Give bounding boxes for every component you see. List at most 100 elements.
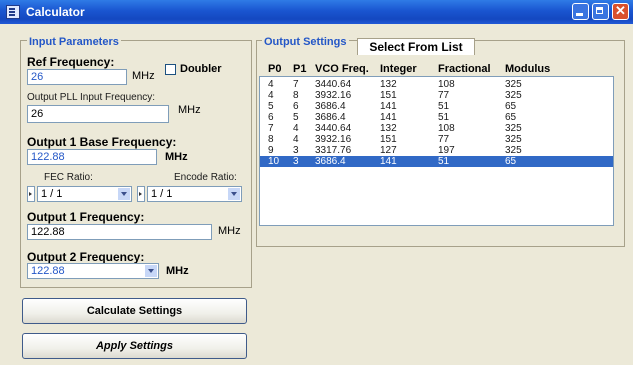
output1-base-frequency-unit: MHz: [165, 151, 188, 163]
column-header-modulus[interactable]: Modulus: [505, 63, 550, 75]
column-header-vco-freq[interactable]: VCO Freq.: [315, 63, 369, 75]
list-item-selected[interactable]: 10 3 3686.4 141 51 65: [260, 156, 613, 167]
title-bar[interactable]: Calculator ✕: [0, 0, 633, 24]
pll-input-frequency-unit: MHz: [178, 104, 201, 116]
encode-ratio-select[interactable]: 1 / 1: [147, 186, 242, 202]
dropdown-arrow-icon[interactable]: [228, 188, 240, 200]
fec-ratio-spin[interactable]: [27, 186, 35, 202]
cell-vco-freq: 3686.4: [315, 112, 346, 123]
cell-p1: 3: [293, 145, 299, 156]
cell-integer: 151: [380, 134, 397, 145]
pll-input-frequency-field: 26: [27, 105, 169, 123]
cell-p1: 5: [293, 112, 299, 123]
cell-fractional: 51: [438, 156, 450, 167]
cell-fractional: 108: [438, 123, 455, 134]
cell-fractional: 77: [438, 134, 450, 145]
cell-integer: 141: [380, 101, 397, 112]
ref-frequency-input[interactable]: 26: [27, 69, 127, 85]
output2-frequency-label: Output 2 Frequency:: [27, 250, 145, 264]
cell-modulus: 65: [505, 156, 517, 167]
close-icon[interactable]: ✕: [612, 3, 629, 20]
cell-p0: 4: [268, 79, 274, 90]
cell-modulus: 325: [505, 145, 522, 156]
column-header-fractional[interactable]: Fractional: [438, 63, 491, 75]
maximize-icon[interactable]: [592, 3, 609, 20]
ref-frequency-unit: MHz: [132, 70, 155, 82]
cell-vco-freq: 3932.16: [315, 134, 352, 145]
column-header-p1[interactable]: P1: [293, 63, 306, 75]
cell-p0: 8: [268, 134, 274, 145]
cell-fractional: 108: [438, 79, 455, 90]
encode-ratio-label: Encode Ratio:: [174, 172, 237, 183]
cell-fractional: 51: [438, 101, 450, 112]
encode-ratio-value: 1 / 1: [151, 188, 173, 200]
apply-settings-button[interactable]: Apply Settings: [22, 333, 247, 359]
dropdown-arrow-icon[interactable]: [145, 265, 157, 277]
cell-p1: 7: [293, 79, 299, 90]
list-item[interactable]: 5 6 3686.4 141 51 65: [268, 101, 613, 112]
cell-vco-freq: 3686.4: [315, 156, 346, 167]
cell-p0: 6: [268, 112, 274, 123]
cell-modulus: 325: [505, 90, 522, 101]
ref-frequency-label: Ref Frequency:: [27, 55, 115, 69]
output1-base-frequency-input[interactable]: 122.88: [27, 149, 157, 165]
cell-p0: 10: [268, 156, 280, 167]
output2-frequency-select[interactable]: 122.88: [27, 263, 159, 279]
list-item[interactable]: 7 4 3440.64 132 108 325: [268, 123, 613, 134]
cell-p1: 8: [293, 90, 299, 101]
input-parameters-title: Input Parameters: [27, 36, 121, 48]
cell-modulus: 325: [505, 123, 522, 134]
list-item[interactable]: 8 4 3932.16 151 77 325: [268, 134, 613, 145]
output2-frequency-value: 122.88: [31, 265, 65, 277]
cell-integer: 132: [380, 123, 397, 134]
cell-vco-freq: 3440.64: [315, 123, 352, 134]
output1-frequency-field: 122.88: [27, 224, 212, 240]
list-item[interactable]: 6 5 3686.4 141 51 65: [268, 112, 613, 123]
window-title: Calculator: [26, 5, 85, 19]
cell-vco-freq: 3317.76: [315, 145, 352, 156]
cell-p1: 6: [293, 101, 299, 112]
cell-modulus: 65: [505, 112, 517, 123]
cell-p1: 3: [293, 156, 299, 167]
output1-frequency-unit: MHz: [218, 225, 241, 237]
fec-ratio-select[interactable]: 1 / 1: [37, 186, 132, 202]
list-item[interactable]: 4 7 3440.64 132 108 325: [268, 79, 613, 90]
pll-input-frequency-label: Output PLL Input Frequency:: [27, 92, 156, 103]
cell-p0: 4: [268, 90, 274, 101]
output1-frequency-label: Output 1 Frequency:: [27, 210, 145, 224]
cell-integer: 127: [380, 145, 397, 156]
encode-ratio-spin[interactable]: [137, 186, 145, 202]
cell-vco-freq: 3440.64: [315, 79, 352, 90]
list-item[interactable]: 4 8 3932.16 151 77 325: [268, 90, 613, 101]
fec-ratio-value: 1 / 1: [41, 188, 63, 200]
dropdown-arrow-icon[interactable]: [118, 188, 130, 200]
cell-p1: 4: [293, 134, 299, 145]
cell-modulus: 65: [505, 101, 517, 112]
cell-integer: 141: [380, 112, 397, 123]
cell-modulus: 325: [505, 134, 522, 145]
cell-p1: 4: [293, 123, 299, 134]
cell-fractional: 51: [438, 112, 450, 123]
cell-vco-freq: 3932.16: [315, 90, 352, 101]
calculate-settings-button[interactable]: Calculate Settings: [22, 298, 247, 324]
output1-base-frequency-label: Output 1 Base Frequency:: [27, 135, 177, 149]
fec-ratio-label: FEC Ratio:: [44, 172, 93, 183]
cell-p0: 7: [268, 123, 274, 134]
column-header-integer[interactable]: Integer: [380, 63, 417, 75]
list-header: P0 P1 VCO Freq. Integer Fractional Modul…: [268, 63, 608, 75]
list-item[interactable]: 9 3 3317.76 127 197 325: [268, 145, 613, 156]
calculator-app-icon: [6, 5, 20, 19]
minimize-icon[interactable]: [572, 3, 589, 20]
output-settings-title: Output Settings: [262, 36, 349, 48]
output2-frequency-unit: MHz: [166, 265, 189, 277]
cell-integer: 132: [380, 79, 397, 90]
cell-p0: 9: [268, 145, 274, 156]
cell-integer: 141: [380, 156, 397, 167]
cell-fractional: 197: [438, 145, 455, 156]
tab-select-from-list[interactable]: Select From List: [357, 38, 475, 55]
cell-p0: 5: [268, 101, 274, 112]
cell-integer: 151: [380, 90, 397, 101]
cell-vco-freq: 3686.4: [315, 101, 346, 112]
column-header-p0[interactable]: P0: [268, 63, 281, 75]
doubler-checkbox[interactable]: [165, 64, 176, 75]
